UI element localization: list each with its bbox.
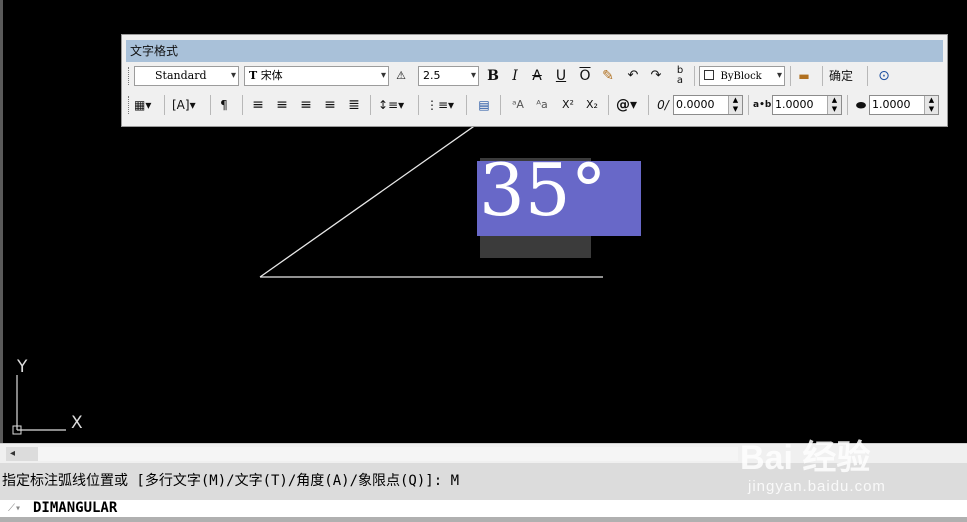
tracking-input[interactable]: 1.0000 ▲ ▼: [772, 95, 842, 115]
toolbar-separator: [466, 95, 467, 115]
toolbar-separator: [210, 95, 211, 115]
baidu-jingyan-watermark: Bai 经验 jingyan.baidu.com: [740, 420, 960, 500]
bold-button[interactable]: B: [485, 66, 501, 86]
columns-icon[interactable]: ▦▾: [134, 95, 151, 115]
color-combo[interactable]: ByBlock ▾: [699, 66, 785, 86]
command-input-text: DIMANGULAR: [33, 500, 118, 516]
spin-arrows-icon[interactable]: ▲ ▼: [728, 96, 742, 114]
text-style-combo[interactable]: Standard ▾: [134, 66, 239, 86]
toolbar-separator: [748, 95, 749, 115]
oblique-angle-value: 0.0000: [676, 98, 715, 111]
width-factor-value: 1.0000: [872, 98, 911, 111]
redo-icon[interactable]: ↷: [648, 66, 664, 86]
toolbar-separator: [847, 95, 848, 115]
ok-button[interactable]: 确定: [829, 66, 853, 86]
underline-button[interactable]: U: [553, 66, 569, 86]
spin-arrows-icon[interactable]: ▲ ▼: [924, 96, 938, 114]
color-swatch-icon: [704, 70, 714, 80]
command-prompt-icon[interactable]: ⟋▾: [8, 500, 28, 517]
lowercase-icon[interactable]: ᴬa: [534, 95, 550, 115]
angle-line-diagonal: [259, 121, 481, 278]
scroll-thumb[interactable]: [38, 447, 738, 461]
symbol-button[interactable]: @▾: [616, 95, 637, 115]
toolbar-row-2: ▦▾ [A]▾ ¶ ≡ ≡ ≡ ≡ ≣ ↕≡▾ ⋮≡▾ ▤ ᵃA ᴬa X² X…: [126, 92, 943, 118]
toolbar-separator: [500, 95, 501, 115]
ucs-icon: Y X: [0, 355, 100, 440]
stack-icon[interactable]: ba: [672, 66, 688, 86]
toolbar-separator: [822, 66, 823, 86]
toolbar-separator: [164, 95, 165, 115]
command-line[interactable]: ⟋▾ DIMANGULAR: [0, 500, 967, 517]
toolbar-separator: [370, 95, 371, 115]
mtext-content[interactable]: 35°: [479, 146, 607, 234]
annotative-icon[interactable]: ⚠: [393, 66, 409, 86]
strikethrough-button[interactable]: A: [529, 66, 545, 86]
line-spacing-icon[interactable]: ↕≡▾: [378, 95, 404, 115]
mtext-justification-icon[interactable]: [A]▾: [172, 95, 196, 115]
grip-handle[interactable]: [128, 67, 132, 85]
grip-handle[interactable]: [128, 96, 132, 114]
width-factor-input[interactable]: 1.0000 ▲ ▼: [869, 95, 939, 115]
uppercase-icon[interactable]: ᵃA: [510, 95, 526, 115]
font-value: 宋体: [260, 69, 283, 82]
text-style-value: Standard: [155, 69, 207, 82]
chevron-down-icon: ▾: [380, 70, 386, 81]
italic-button[interactable]: I: [507, 66, 523, 86]
tracking-icon: a•b: [753, 100, 772, 110]
oblique-angle-icon: 0/: [657, 98, 669, 112]
options-icon[interactable]: ⊙: [876, 66, 892, 86]
insert-field-icon[interactable]: ▤: [476, 95, 492, 115]
paragraph-icon[interactable]: ¶: [216, 95, 232, 115]
toolbar-separator: [648, 95, 649, 115]
toolbar-separator: [242, 95, 243, 115]
chevron-left-icon: ◂: [10, 448, 16, 459]
justify-icon[interactable]: ≡: [322, 95, 338, 115]
subscript-icon[interactable]: X₂: [584, 95, 600, 115]
toolbar-separator: [418, 95, 419, 115]
spin-arrows-icon[interactable]: ▲ ▼: [827, 96, 841, 114]
toolbar-row-1: Standard ▾ T 宋体 ▾ ⚠ 2.5 ▾ B I A U O ✎ ↶ …: [126, 63, 943, 89]
symbol-label: @: [616, 97, 630, 113]
superscript-icon[interactable]: X²: [560, 95, 576, 115]
align-right-icon[interactable]: ≡: [298, 95, 314, 115]
chevron-down-icon: ▾: [230, 70, 236, 81]
status-bar-edge: [0, 517, 967, 522]
numbering-icon[interactable]: ⋮≡▾: [426, 95, 454, 115]
text-height-combo[interactable]: 2.5 ▾: [418, 66, 479, 86]
ucs-y-label: Y: [17, 357, 28, 377]
width-factor-icon: ⬬: [855, 98, 867, 112]
watermark-sub: jingyan.baidu.com: [748, 478, 886, 495]
chevron-down-icon: ▾: [470, 70, 476, 81]
align-left-icon[interactable]: ≡: [250, 95, 266, 115]
undo-icon[interactable]: ↶: [625, 66, 641, 86]
tracking-value: 1.0000: [775, 98, 814, 111]
distribute-icon[interactable]: ≣: [346, 95, 362, 115]
font-combo[interactable]: T 宋体 ▾: [244, 66, 389, 86]
watermark-main: Bai 经验: [740, 439, 871, 477]
toolbar-separator: [694, 66, 695, 86]
oblique-angle-input[interactable]: 0.0000 ▲ ▼: [673, 95, 743, 115]
align-center-icon[interactable]: ≡: [274, 95, 290, 115]
truetype-icon: T: [249, 69, 258, 82]
ruler-icon[interactable]: ▬: [796, 66, 812, 86]
overline-button[interactable]: O: [577, 66, 593, 86]
toolbar-separator: [867, 66, 868, 86]
toolbar-title[interactable]: 文字格式: [126, 40, 943, 62]
ucs-x-label: X: [71, 413, 83, 433]
text-formatting-toolbar: 文字格式 Standard ▾ T 宋体 ▾ ⚠ 2.5 ▾ B I A U O…: [121, 34, 948, 127]
toolbar-separator: [608, 95, 609, 115]
scroll-left-button[interactable]: ◂: [6, 447, 38, 461]
color-value: ByBlock: [720, 71, 762, 82]
match-format-icon[interactable]: ✎: [600, 66, 616, 86]
text-height-value: 2.5: [423, 69, 441, 82]
toolbar-separator: [790, 66, 791, 86]
chevron-down-icon: ▾: [776, 70, 782, 81]
